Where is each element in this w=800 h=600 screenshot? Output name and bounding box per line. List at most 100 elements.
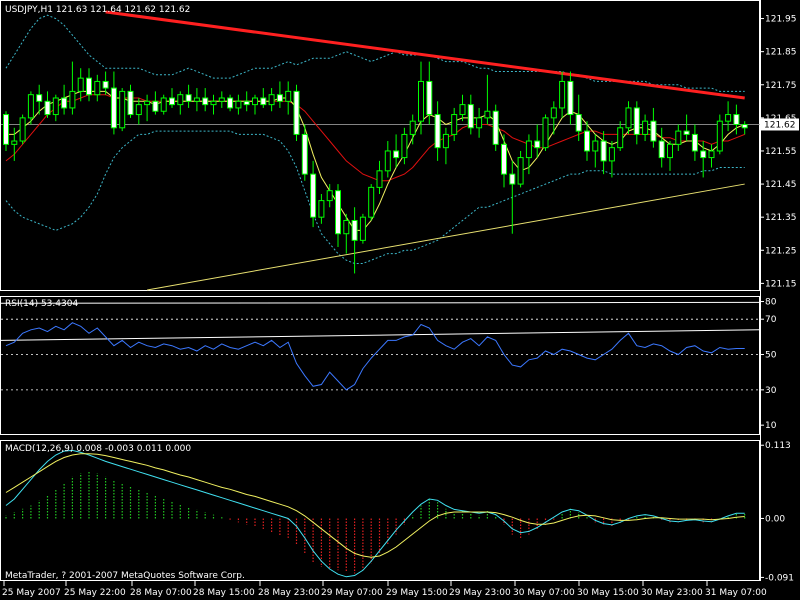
x-tick-label: 30 May 23:00 (641, 588, 703, 598)
candle-body (11, 140, 18, 145)
candle-body (550, 107, 557, 119)
candle-body (102, 80, 109, 89)
candle-body (376, 170, 383, 188)
candle-body (675, 130, 682, 145)
candle-body (293, 90, 300, 135)
candle-body (227, 97, 234, 109)
candle-body (716, 120, 723, 152)
candle-body (77, 77, 84, 92)
candle-body (584, 130, 590, 152)
candle-body (326, 190, 333, 202)
rsi-layer (0, 301, 761, 391)
candle-body (301, 133, 308, 175)
candle-body (683, 130, 690, 135)
candle-body (243, 100, 250, 106)
candle-body (517, 157, 524, 185)
candle-body (359, 216, 366, 241)
price-tick-label: 121.35 (765, 213, 797, 223)
rsi-tick-label: 10 (765, 421, 777, 431)
candle-body (592, 140, 599, 152)
candle-body (86, 77, 92, 96)
candle-body (509, 173, 516, 185)
candle-body (476, 117, 483, 129)
price-tick-label: 121.15 (765, 279, 797, 289)
resistance-trendline (105, 10, 745, 100)
candle-body (260, 97, 267, 106)
candle-body (110, 87, 117, 129)
candle-body (733, 114, 740, 125)
candle-body (700, 150, 707, 159)
candle-body (492, 110, 499, 145)
candle-body (534, 140, 541, 149)
x-tick-label: 28 May 23:00 (258, 588, 320, 598)
candle-body (69, 90, 76, 109)
macd-main-line (5, 449, 745, 578)
rsi-label: RSI(14) 53.4304 (5, 299, 78, 309)
current-price-label: 121.62 (764, 120, 796, 130)
candle-body (210, 100, 217, 106)
macd-tick-label: -0.091 (765, 573, 794, 583)
candle-body (575, 114, 582, 132)
rsi-trendline (0, 329, 761, 341)
candle-body (409, 120, 416, 135)
candle-body (318, 200, 325, 218)
candle-body (467, 104, 474, 129)
candle-body (285, 90, 292, 102)
candle-body (235, 100, 242, 109)
candle-body (484, 110, 491, 119)
candle-body (252, 97, 258, 106)
candle-body (52, 97, 59, 116)
candle-body (633, 107, 640, 135)
candle-body (177, 94, 184, 106)
candle-body (418, 80, 424, 122)
candle-body (542, 117, 549, 149)
price-tick-label: 121.95 (765, 15, 797, 25)
rsi-tick-label: 50 (765, 351, 777, 361)
support-trendline (147, 183, 745, 291)
candle-body (160, 97, 167, 112)
candle-body (276, 94, 283, 102)
rsi-tick-label: 80 (765, 298, 777, 308)
candle-body (169, 97, 175, 106)
main-price-layer (1, 10, 760, 291)
main-panel-frame (0, 0, 760, 291)
candle-body (351, 219, 358, 241)
candle-body (218, 97, 225, 102)
candle-body (501, 143, 507, 175)
candle-body (442, 133, 449, 149)
candle-body (335, 190, 341, 235)
main-header: USDJPY,H1 121.63 121.64 121.62 121.62 (5, 5, 190, 15)
candle-body (459, 104, 466, 116)
price-tick-label: 121.85 (765, 48, 797, 58)
candle-body (401, 133, 408, 159)
bollinger-upper-line (5, 14, 745, 92)
macd-signal-line (5, 453, 745, 558)
rsi-tick-label: 30 (765, 386, 777, 396)
candle-body (135, 104, 142, 116)
macd-tick-label: 0.00 (765, 514, 785, 524)
candle-body (426, 80, 433, 116)
candle-body (559, 80, 566, 109)
candle-body (152, 100, 159, 112)
candle-body (127, 90, 134, 116)
x-tick-label: 30 May 15:00 (577, 588, 639, 598)
x-tick-label: 25 May 2007 (2, 588, 61, 598)
candle-body (617, 127, 624, 149)
price-tick-label: 121.25 (765, 246, 797, 256)
candle-body (27, 94, 34, 119)
candle-body (310, 173, 317, 218)
candle-body (625, 107, 632, 129)
candle-body (368, 186, 375, 218)
candle-body (667, 143, 673, 159)
copyright-text: MetaTrader, ? 2001-2007 MetaQuotes Softw… (5, 571, 245, 581)
candle-body (691, 133, 698, 152)
candle-body (642, 120, 649, 135)
macd-tick-label: 0.113 (765, 441, 791, 451)
macd-layer (5, 449, 746, 578)
macd-label: MACD(12,26,9) 0.008 -0.003 0.011 0.000 (5, 444, 191, 454)
candle-body (268, 94, 275, 106)
candle-body (44, 100, 51, 116)
candle-body (708, 150, 715, 159)
candle-body (119, 90, 126, 129)
candle-body (384, 150, 391, 172)
